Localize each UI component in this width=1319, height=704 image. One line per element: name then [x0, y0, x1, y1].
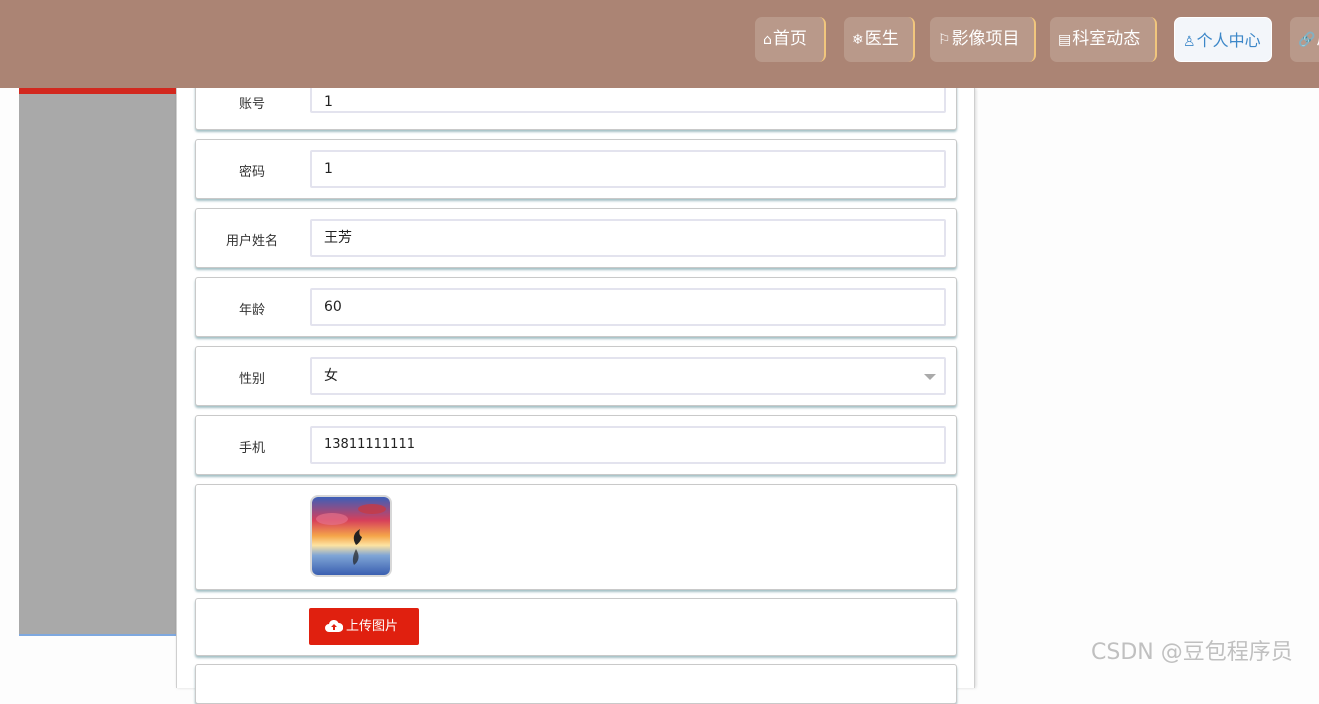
nav-item-label: 首页 [772, 29, 807, 49]
phone-label: 手机 [238, 441, 265, 456]
avatar-image [310, 495, 392, 577]
form-row-upload: 上传图片 [195, 598, 957, 656]
username-field[interactable]: 王芳 [310, 219, 946, 257]
nav-item-label: 个人中心 [1196, 31, 1261, 50]
nav-item-doctor[interactable]: ❄医生 [844, 17, 915, 62]
nav-item-more[interactable]: 🔗后 [1290, 17, 1319, 62]
age-field[interactable]: 60 [310, 288, 946, 326]
gender-selected-value: 女 [324, 368, 338, 384]
home-icon: ⌂ [763, 32, 772, 48]
gender-select[interactable]: 女 [310, 357, 946, 395]
watermark-text: CSDN @豆包程序员 [1091, 640, 1293, 665]
password-label: 密码 [238, 165, 265, 180]
form-row-gender: 性别 女 [195, 346, 957, 406]
form-row-username: 用户姓名 王芳 [195, 208, 957, 268]
account-label: 账号 [238, 97, 265, 112]
form-row-next [195, 664, 957, 704]
username-label: 用户姓名 [225, 234, 278, 249]
nav-item-imaging[interactable]: ⚐影像项目 [930, 17, 1036, 62]
age-label: 年龄 [238, 303, 265, 318]
nav-item-news[interactable]: ▤科室动态 [1050, 17, 1157, 62]
form-row-age: 年龄 60 [195, 277, 957, 337]
nav-item-home[interactable]: ⌂首页 [755, 17, 826, 62]
form-row-password: 密码 1 [195, 139, 957, 199]
link-icon: 🔗 [1298, 32, 1316, 48]
user-icon: ♙ [1183, 34, 1196, 50]
sidebar [19, 88, 176, 636]
form-row-phone: 手机 13811111111 [195, 415, 957, 475]
upload-button-label: 上传图片 [346, 619, 399, 634]
gender-label: 性别 [238, 372, 265, 387]
nav-item-label: 影像项目 [951, 29, 1020, 49]
sidebar-active-indicator [19, 88, 176, 94]
profile-form-panel: 账号 1 密码 1 用户姓名 王芳 年龄 60 性别 女 手机 13811111… [176, 75, 975, 704]
upload-image-button[interactable]: 上传图片 [309, 608, 419, 645]
chevron-down-icon [924, 374, 936, 380]
top-navbar: ⌂首页 ❄医生 ⚐影像项目 ▤科室动态 ♙个人中心 🔗后 [0, 0, 1319, 88]
nav-item-label: 科室动态 [1072, 29, 1141, 49]
clipboard-icon: ▤ [1058, 32, 1072, 48]
form-row-account: 账号 1 [195, 75, 957, 130]
phone-field[interactable]: 13811111111 [310, 426, 946, 464]
nav-item-label: 医生 [864, 29, 899, 49]
cloud-upload-icon [325, 619, 344, 632]
form-row-avatar [195, 484, 957, 590]
password-field[interactable]: 1 [310, 150, 946, 188]
nav-item-profile[interactable]: ♙个人中心 [1174, 17, 1272, 62]
snowflake-icon: ❄ [852, 32, 864, 48]
flag-icon: ⚐ [938, 32, 951, 48]
